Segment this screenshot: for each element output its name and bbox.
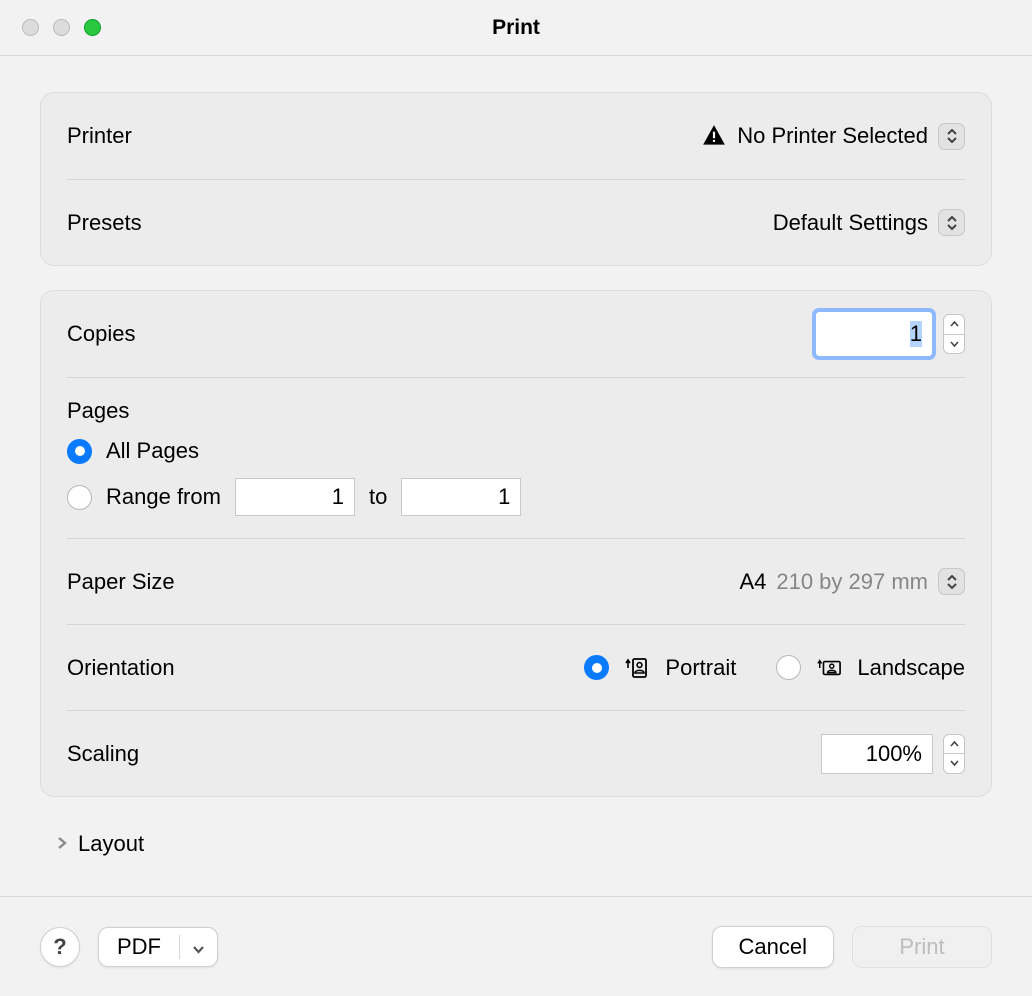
pages-range-to-input[interactable] <box>401 478 521 516</box>
paper-size-dimensions: 210 by 297 mm <box>776 569 928 595</box>
orientation-landscape-radio[interactable] <box>776 655 801 680</box>
print-label: Print <box>899 934 944 960</box>
help-button[interactable]: ? <box>40 927 80 967</box>
paper-size-value[interactable]: A4 <box>739 569 766 595</box>
scaling-label: Scaling <box>67 741 139 767</box>
window-title: Print <box>492 16 540 40</box>
copies-stepper[interactable] <box>943 314 965 354</box>
help-icon: ? <box>53 934 66 960</box>
pages-range-label: Range from <box>106 484 221 510</box>
scaling-step-down[interactable] <box>944 753 964 773</box>
close-window-button[interactable] <box>22 19 39 36</box>
printer-row: Printer No Printer Selected <box>67 93 965 179</box>
copies-row: Copies <box>67 291 965 377</box>
cancel-label: Cancel <box>739 934 807 960</box>
orientation-row: Orientation Portrait <box>67 624 965 710</box>
copies-input[interactable] <box>815 311 933 357</box>
orientation-portrait-radio[interactable] <box>584 655 609 680</box>
layout-disclosure[interactable]: Layout <box>40 821 992 867</box>
chevron-right-icon <box>56 834 68 855</box>
pages-range-from-input[interactable] <box>235 478 355 516</box>
pages-all-label: All Pages <box>106 438 199 464</box>
copies-step-down[interactable] <box>944 334 964 354</box>
scaling-input[interactable] <box>821 734 933 774</box>
orientation-landscape-label: Landscape <box>857 655 965 681</box>
paper-size-label: Paper Size <box>67 569 175 595</box>
cancel-button[interactable]: Cancel <box>712 926 834 968</box>
printer-label: Printer <box>67 123 132 149</box>
printer-presets-panel: Printer No Printer Selected Presets Defa… <box>40 92 992 266</box>
presets-row: Presets Default Settings <box>67 179 965 265</box>
warning-icon <box>701 123 727 149</box>
presets-label: Presets <box>67 210 142 236</box>
layout-label: Layout <box>78 831 144 857</box>
dialog-content: Printer No Printer Selected Presets Defa… <box>0 56 1032 896</box>
chevron-down-icon <box>180 934 217 960</box>
orientation-label: Orientation <box>67 655 175 681</box>
titlebar: Print <box>0 0 1032 56</box>
copies-step-up[interactable] <box>944 315 964 334</box>
landscape-icon <box>817 656 841 680</box>
pdf-menu-button[interactable]: PDF <box>98 927 218 967</box>
printer-value[interactable]: No Printer Selected <box>737 123 928 149</box>
presets-value[interactable]: Default Settings <box>773 210 928 236</box>
pages-all-option[interactable]: All Pages <box>67 438 965 464</box>
paper-size-row: Paper Size A4 210 by 297 mm <box>67 538 965 624</box>
pages-to-label: to <box>369 484 387 510</box>
print-button[interactable]: Print <box>852 926 992 968</box>
paper-size-popup-button[interactable] <box>938 568 965 595</box>
pages-all-radio[interactable] <box>67 439 92 464</box>
printer-popup-button[interactable] <box>938 123 965 150</box>
zoom-window-button[interactable] <box>84 19 101 36</box>
pages-row: Pages All Pages Range from to <box>67 377 965 538</box>
pages-range-option[interactable]: Range from to <box>67 478 965 516</box>
window-controls <box>22 19 101 36</box>
copies-label: Copies <box>67 321 135 347</box>
dialog-footer: ? PDF Cancel Print <box>0 896 1032 996</box>
scaling-row: Scaling <box>67 710 965 796</box>
pdf-label: PDF <box>99 934 179 960</box>
settings-panel: Copies Pages All Pages Range from <box>40 290 992 797</box>
orientation-portrait-label: Portrait <box>665 655 736 681</box>
pages-label: Pages <box>67 398 965 424</box>
portrait-icon <box>625 656 649 680</box>
scaling-stepper[interactable] <box>943 734 965 774</box>
minimize-window-button[interactable] <box>53 19 70 36</box>
pages-range-radio[interactable] <box>67 485 92 510</box>
scaling-step-up[interactable] <box>944 735 964 754</box>
presets-popup-button[interactable] <box>938 209 965 236</box>
